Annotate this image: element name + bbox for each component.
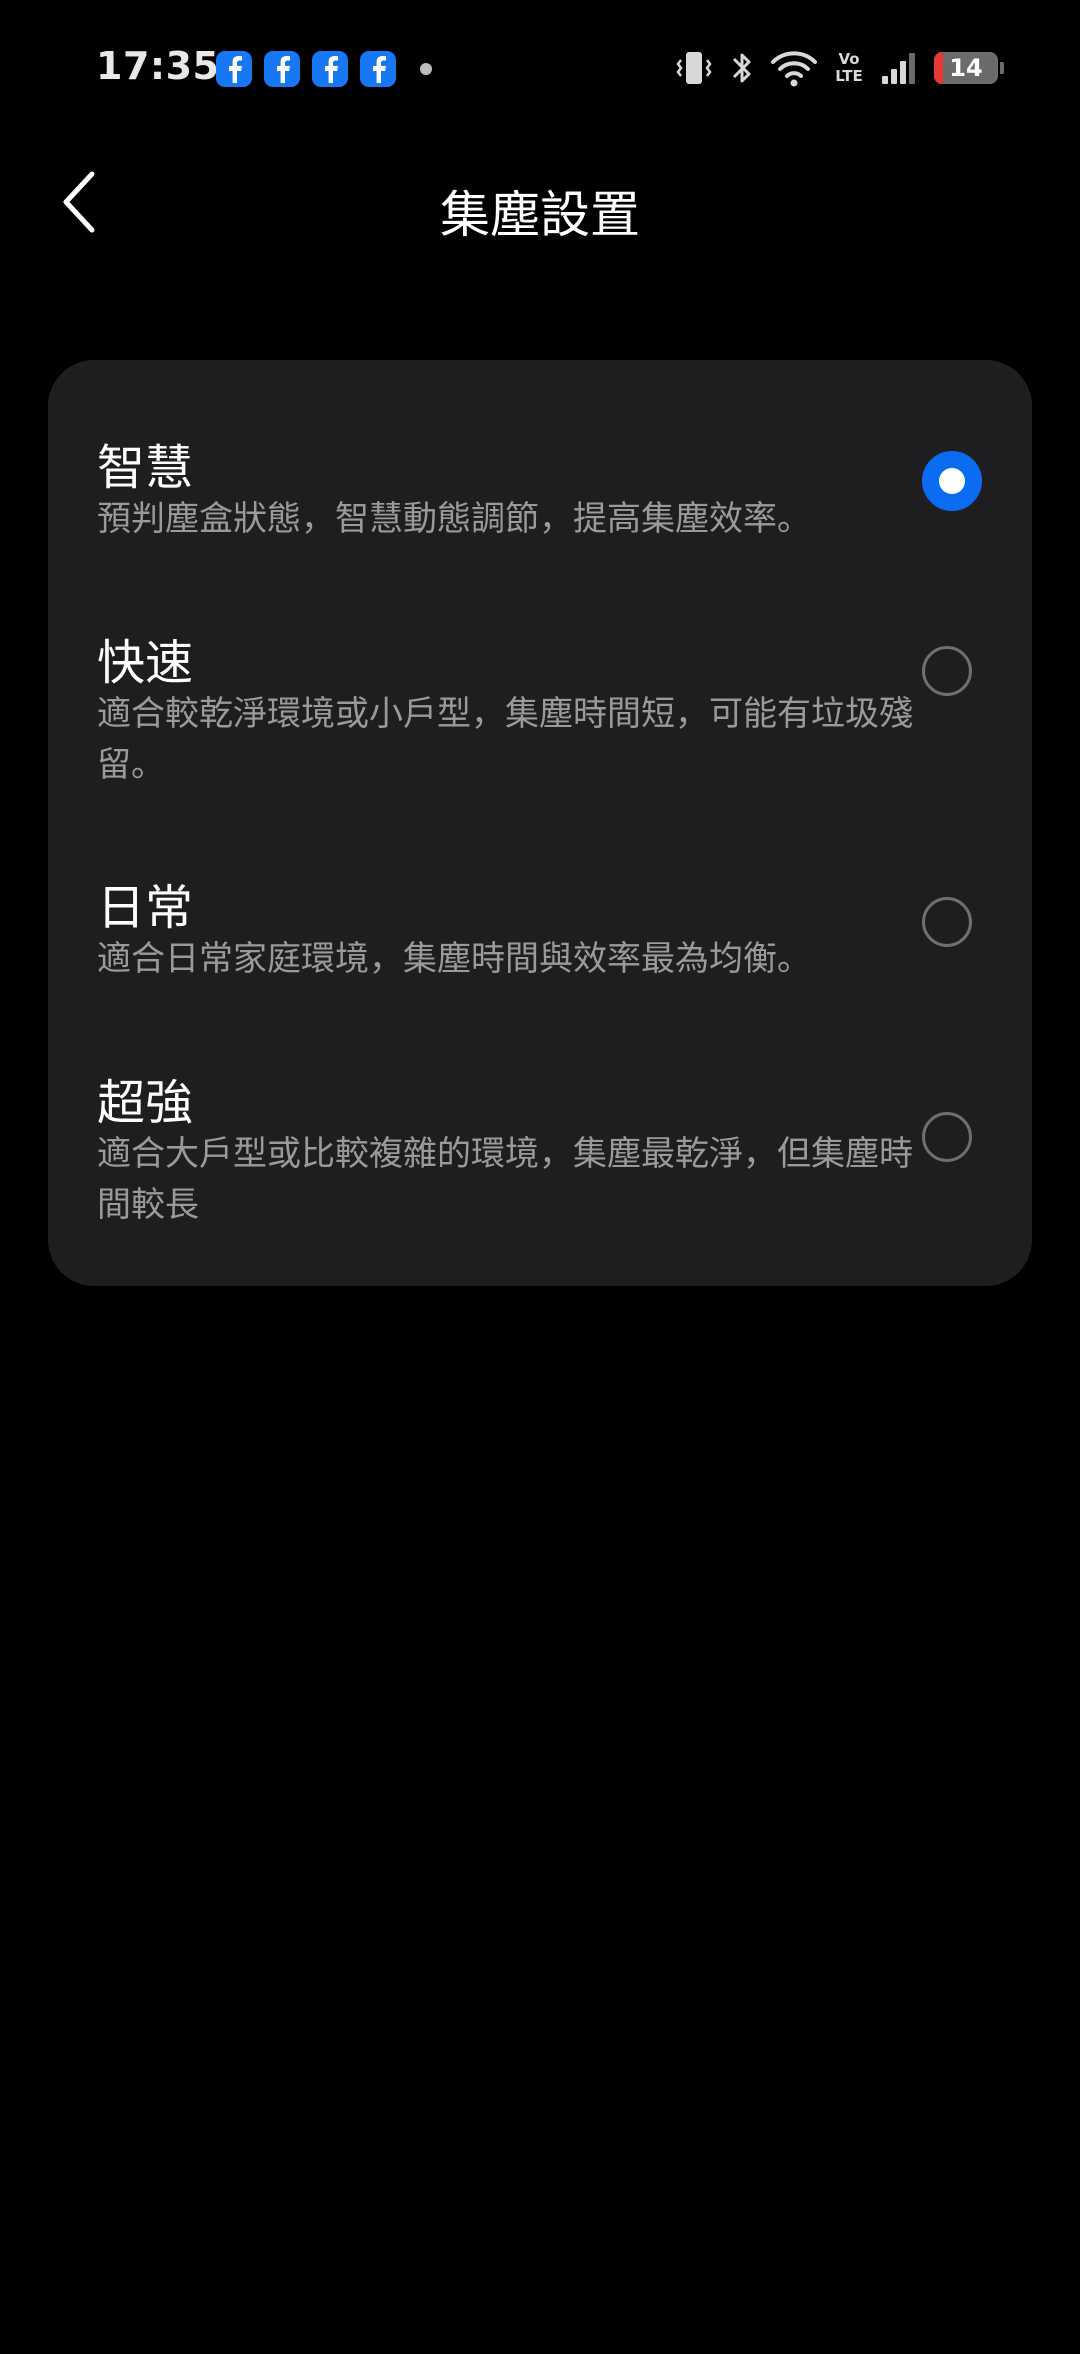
option-description: 預判塵盒狀態，智慧動態調節，提高集塵效率。 [97,499,811,539]
status-bar: 17:35 Vo LTE 14 [0,0,1080,140]
battery-level-fill [934,52,943,84]
system-icons: Vo LTE 14 [674,48,1004,88]
more-notifications-dot [420,63,432,75]
radio-button-selected[interactable] [922,451,982,511]
battery-nub [1000,62,1004,74]
signal-icon [882,53,915,84]
option-smart[interactable]: 智慧 預判塵盒狀態，智慧動態調節，提高集塵效率。 [48,360,1032,555]
option-daily[interactable]: 日常 適合日常家庭環境，集塵時間與效率最為均衡。 [48,800,1032,995]
facebook-icon [312,51,348,87]
radio-dot [939,468,965,494]
options-card: 智慧 預判塵盒狀態，智慧動態調節，提高集塵效率。 快速 適合較乾淨環境或小戶型，… [48,360,1032,1286]
facebook-icon [360,51,396,87]
status-time: 17:35 [96,44,220,88]
facebook-icon [216,51,252,87]
option-strong[interactable]: 超強 適合大戶型或比較複雜的環境，集塵最乾淨，但集塵時間較長 [48,995,1032,1286]
battery-icon: 14 [934,52,998,84]
facebook-icon [264,51,300,87]
option-description: 適合大戶型或比較複雜的環境，集塵最乾淨，但集塵時間較長 [97,1134,913,1225]
option-description: 適合日常家庭環境，集塵時間與效率最為均衡。 [97,939,811,979]
vibrate-icon [676,52,712,84]
wifi-icon [771,51,817,87]
option-description: 適合較乾淨環境或小戶型，集塵時間短，可能有垃圾殘留。 [97,694,913,785]
option-title: 快速 [97,635,194,691]
notification-icons [216,51,432,87]
page-title: 集塵設置 [440,186,640,244]
option-title: 超強 [97,1075,194,1131]
bluetooth-icon [732,53,751,83]
option-title: 智慧 [97,440,194,496]
radio-button[interactable] [922,1112,972,1162]
option-title: 日常 [97,880,194,936]
radio-button[interactable] [922,897,972,947]
radio-button[interactable] [922,646,972,696]
volte-indicator: Vo LTE [835,50,863,85]
battery-level: 14 [949,54,983,82]
option-fast[interactable]: 快速 適合較乾淨環境或小戶型，集塵時間短，可能有垃圾殘留。 [48,555,1032,800]
